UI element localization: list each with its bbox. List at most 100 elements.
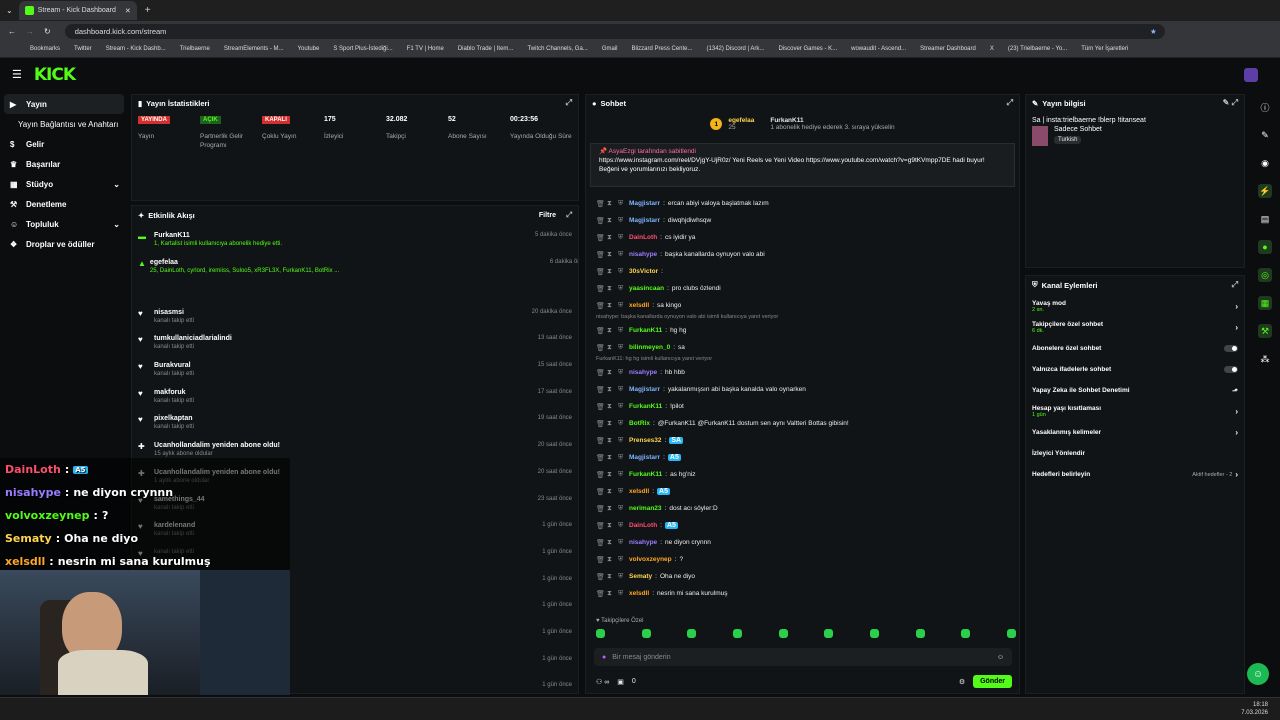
chat-username[interactable]: Prenses32 [629,437,662,444]
ban-icon[interactable]: ⛨ [618,556,626,564]
ban-icon[interactable]: ⛨ [618,302,626,310]
chat-message[interactable]: 🗑 ⧗ ⛨ Magjistarr: ercan abiyi valoya başlatm… [586,195,1019,212]
chat-username[interactable]: volvoxzeynep [629,556,672,563]
timeout-icon[interactable]: ⧗ [607,285,615,293]
channel-action-row[interactable]: Yalnızca ifadelerle sohbet [1026,359,1244,380]
ban-icon[interactable]: ⛨ [618,251,626,259]
delete-icon[interactable]: 🗑 [596,539,605,547]
chat-message[interactable]: 🗑 ⧗ ⛨ Magjistarr: yakalanmışsın abi başka ka… [586,381,1019,398]
chat-bubble-icon[interactable]: ● [1258,240,1272,254]
delete-icon[interactable]: 🗑 [596,386,605,394]
chat-message[interactable]: 🗑 ⧗ ⛨ DainLoth: A5 [586,517,1019,534]
delete-icon[interactable]: 🗑 [596,200,605,208]
emote-icon[interactable] [915,629,925,638]
chat-message[interactable]: 🗑 ⧗ ⛨ FurkanK11: !pilot [586,398,1019,415]
chat-username[interactable]: Magjistarr [629,454,660,461]
ban-icon[interactable]: ⛨ [618,471,626,479]
chat-message[interactable]: 🗑 ⧗ ⛨ nisahype: hb hbb [586,364,1019,381]
delete-icon[interactable]: 🗑 [596,437,605,445]
timeout-icon[interactable]: ⧗ [607,590,615,598]
bookmark-item[interactable]: F1 TV | Home [407,46,444,52]
sidebar-item-4[interactable]: ▦ Stüdyo ⌄ [0,174,128,194]
chat-input[interactable]: ● Bir mesaj gönderin ☺ [594,648,1012,666]
ban-icon[interactable]: ⛨ [618,522,626,530]
tab-menu-icon[interactable]: ⌄ [6,6,13,15]
bookmark-item[interactable]: Diablo Trade | Item... [458,46,514,52]
close-tab-icon[interactable]: ✕ [125,7,131,15]
ban-icon[interactable]: ⛨ [618,505,626,513]
ban-icon[interactable]: ⛨ [618,285,626,293]
chat-message[interactable]: 🗑 ⧗ ⛨ BotRix: @FurkanK11 @FurkanK11 dostum s… [586,415,1019,432]
delete-icon[interactable]: 🗑 [596,454,605,462]
bookmark-item[interactable]: Bookmarks [30,46,60,52]
timeout-icon[interactable]: ⧗ [607,251,615,259]
timeout-icon[interactable]: ⧗ [607,386,615,394]
ban-icon[interactable]: ⛨ [618,234,626,242]
ban-icon[interactable]: ⛨ [618,403,626,411]
broadcast-icon[interactable]: ◎ [1258,268,1272,282]
bookmark-item[interactable]: Blizzard Press Cente... [631,46,692,52]
chat-username[interactable]: neriman23 [629,505,662,512]
popout-icon[interactable]: ⤢ [1007,98,1013,108]
delete-icon[interactable]: 🗑 [596,573,605,581]
avatar[interactable] [1244,67,1258,82]
chat-message[interactable]: 🗑 ⧗ ⛨ xelsdll: nesrin mi sana kurulmuş [586,585,1019,602]
timeout-icon[interactable]: ⧗ [607,200,615,208]
delete-icon[interactable]: 🗑 [596,590,605,598]
delete-icon[interactable]: 🗑 [596,251,605,259]
ban-icon[interactable]: ⛨ [618,217,626,225]
apps-icon[interactable]: ⁂ [1258,352,1272,366]
ban-icon[interactable]: ⛨ [618,200,626,208]
chat-username[interactable]: Magjistarr [629,386,660,393]
timeout-icon[interactable]: ⧗ [607,454,615,462]
sidebar-item-1[interactable]: Yayın Bağlantısı ve Anahtarı [0,114,128,134]
ban-icon[interactable]: ⛨ [618,268,626,276]
bookmark-item[interactable]: (23) Trielbaerne - Yo... [1008,46,1067,52]
popout-icon[interactable]: ⤢ [566,98,572,108]
chat-message[interactable]: 🗑 ⧗ ⛨ volvoxzeynep:? [586,551,1019,568]
bookmark-item[interactable]: Trielbaerne [180,46,210,52]
chat-username[interactable]: nisahype [629,251,657,258]
bookmark-item[interactable]: Twitter [74,46,92,52]
reload-icon[interactable]: ↻ [44,27,51,36]
emote-icon[interactable] [778,629,788,638]
timeout-icon[interactable]: ⧗ [607,369,615,377]
timeout-icon[interactable]: ⧗ [607,556,615,564]
ban-icon[interactable]: ⛨ [618,386,626,394]
ban-icon[interactable]: ⛨ [618,369,626,377]
delete-icon[interactable]: 🗑 [596,471,605,479]
toggle-switch[interactable] [1224,345,1238,352]
channel-action-row[interactable]: Abonelere özel sohbet [1026,338,1244,359]
ban-icon[interactable]: ⛨ [618,344,626,352]
timeout-icon[interactable]: ⧗ [607,217,615,225]
chat-message[interactable]: 🗑 ⧗ ⛨ Magjistarr: A5 [586,449,1019,466]
channel-action-row[interactable]: İzleyici Yönlendir [1026,443,1244,464]
url-field[interactable]: dashboard.kick.com/stream ★ [64,23,1165,39]
chat-message[interactable]: 🗑 ⧗ ⛨ yaasincaan: pro clubs özlendi [586,280,1019,297]
timeout-icon[interactable]: ⧗ [607,234,615,242]
timeout-icon[interactable]: ⧗ [607,327,615,335]
delete-icon[interactable]: 🗑 [596,556,605,564]
popout-icon[interactable]: ⤢ [566,210,572,220]
delete-icon[interactable]: 🗑 [596,285,605,293]
chat-username[interactable]: FurkanK11 [629,471,662,478]
bookmark-item[interactable]: Streamer Dashboard [920,46,976,52]
emote-icon[interactable] [1006,629,1016,638]
chat-username[interactable]: Magjistarr [629,200,660,207]
chat-username[interactable]: 30sVictor [629,268,658,275]
delete-icon[interactable]: 🗑 [596,403,605,411]
chat-message[interactable]: 🗑 ⧗ ⛨ Magjistarr: diwqhjdiwhsqw [586,212,1019,229]
channel-action-row[interactable]: Yavaş mod 2 sn. › [1026,296,1244,317]
ban-icon[interactable]: ⛨ [618,590,626,598]
ban-icon[interactable]: ⛨ [618,437,626,445]
sidebar-item-7[interactable]: ❖ Droplar ve ödüller [0,234,128,254]
timeout-icon[interactable]: ⧗ [607,539,615,547]
chat-message[interactable]: 🗑 ⧗ ⛨ 30sVictor: [586,263,1019,280]
gift-leaderboard[interactable]: 1 egefelaa 25 FurkanK11 1 abonelik hediye … [586,111,1019,137]
timeout-icon[interactable]: ⧗ [607,573,615,581]
sidebar-item-0[interactable]: ▶ Yayın [4,94,124,114]
mic-icon[interactable]: ● [602,654,606,661]
sidebar-item-6[interactable]: ☺ Topluluk ⌄ [0,214,128,234]
ban-icon[interactable]: ⛨ [618,573,626,581]
delete-icon[interactable]: 🗑 [596,488,605,496]
